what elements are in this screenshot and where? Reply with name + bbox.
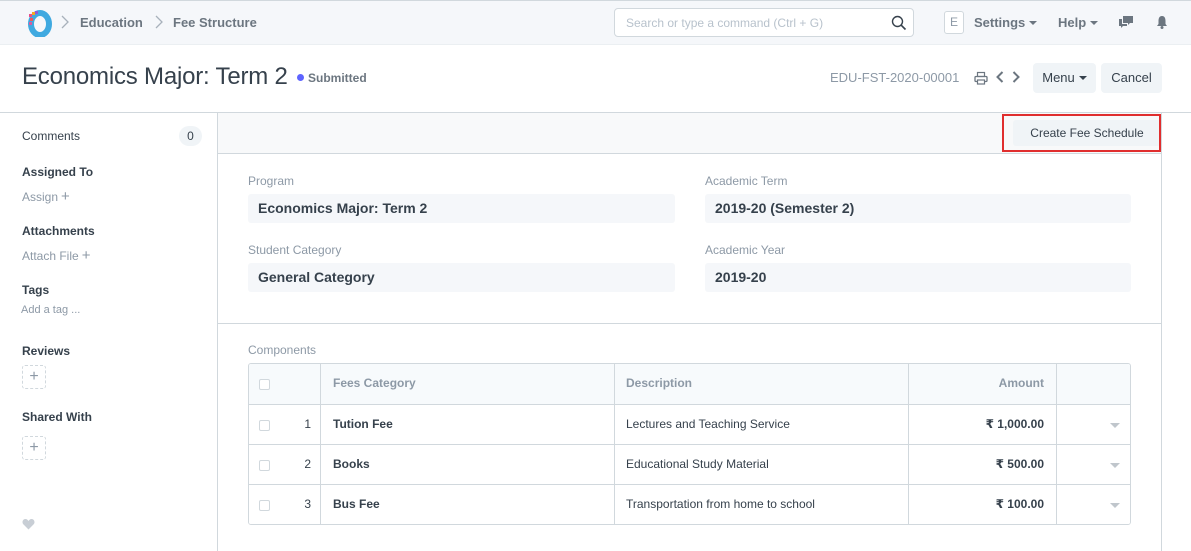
- components-label: Components: [248, 343, 317, 357]
- sidebar-tags-label: Tags: [22, 283, 50, 297]
- plus-icon: +: [29, 439, 39, 456]
- row-checkbox[interactable]: [259, 500, 270, 511]
- row-checkbox[interactable]: [259, 420, 270, 431]
- assign-link-text: Assign: [22, 190, 59, 204]
- attach-file-text: Attach File: [22, 249, 79, 263]
- add-share-button[interactable]: +: [22, 436, 46, 460]
- amount-cell[interactable]: ₹ 500.00: [909, 445, 1057, 484]
- row-select-cell: 3: [249, 485, 321, 524]
- sidebar-shared-with-label: Shared With: [22, 410, 92, 424]
- sidebar-assigned-to-label: Assigned To: [22, 165, 94, 179]
- settings-dropdown[interactable]: Settings: [974, 15, 1038, 30]
- menu-button[interactable]: Menu: [1033, 63, 1096, 93]
- row-index: 1: [304, 417, 311, 431]
- table-row[interactable]: 3 Bus Fee Transportation from home to sc…: [249, 484, 1130, 524]
- program-label: Program: [248, 174, 295, 188]
- column-header-description: Description: [615, 364, 909, 404]
- form-toolbar: Create Fee Schedule: [218, 113, 1161, 154]
- sidebar-reviews-label: Reviews: [22, 344, 71, 358]
- caret-down-icon: [1029, 20, 1038, 25]
- bell-icon[interactable]: [1154, 14, 1170, 30]
- table-row[interactable]: 2 Books Educational Study Material ₹ 500…: [249, 444, 1130, 484]
- breadcrumb-education[interactable]: Education: [80, 15, 143, 30]
- row-action-cell: [1057, 405, 1130, 444]
- settings-label: Settings: [974, 15, 1026, 30]
- status-badge: Submitted: [297, 71, 367, 85]
- academic-year-label: Academic Year: [705, 243, 786, 257]
- like-heart-icon[interactable]: [22, 518, 35, 530]
- components-table: Fees Category Description Amount 1 Tutio…: [248, 363, 1131, 525]
- app-logo-icon[interactable]: [26, 9, 52, 37]
- description-cell[interactable]: Lectures and Teaching Service: [615, 405, 909, 444]
- fees-category-cell[interactable]: Tution Fee: [321, 405, 615, 444]
- select-all-checkbox[interactable]: [259, 379, 270, 390]
- row-select-cell: 2: [249, 445, 321, 484]
- search-input[interactable]: [615, 9, 875, 36]
- search-box: [614, 8, 914, 37]
- row-action-cell: [1057, 485, 1130, 524]
- cancel-button[interactable]: Cancel: [1101, 63, 1162, 93]
- caret-down-icon: [1090, 20, 1099, 25]
- fees-category-cell[interactable]: Bus Fee: [321, 485, 615, 524]
- amount-cell[interactable]: ₹ 1,000.00: [909, 405, 1057, 444]
- section-divider: [218, 323, 1161, 324]
- academic-year-field[interactable]: 2019-20: [705, 263, 1131, 292]
- sidebar-attachments-label: Attachments: [22, 224, 95, 238]
- caret-down-icon: [1078, 75, 1087, 80]
- comments-count-badge: 0: [179, 126, 202, 146]
- breadcrumb-chevron-icon: [155, 15, 163, 29]
- help-dropdown[interactable]: Help: [1058, 15, 1099, 30]
- plus-icon: +: [81, 247, 91, 264]
- create-fee-schedule-button[interactable]: Create Fee Schedule: [1013, 120, 1161, 146]
- next-document-icon[interactable]: [1011, 70, 1021, 84]
- add-tag-link[interactable]: Add a tag ...: [21, 304, 80, 316]
- page-title: Economics Major: Term 2: [22, 63, 288, 90]
- row-checkbox[interactable]: [259, 460, 270, 471]
- header-select-cell: [249, 364, 321, 404]
- row-select-cell: 1: [249, 405, 321, 444]
- menu-label: Menu: [1042, 70, 1075, 85]
- student-category-field[interactable]: General Category: [248, 263, 675, 292]
- table-header-row: Fees Category Description Amount: [249, 364, 1130, 404]
- description-cell[interactable]: Educational Study Material: [615, 445, 909, 484]
- row-index: 2: [304, 457, 311, 471]
- plus-icon: +: [29, 368, 39, 385]
- row-index: 3: [304, 497, 311, 511]
- amount-cell[interactable]: ₹ 100.00: [909, 485, 1057, 524]
- add-review-button[interactable]: +: [22, 365, 46, 389]
- print-icon[interactable]: [974, 71, 988, 85]
- user-avatar[interactable]: E: [944, 11, 964, 34]
- assign-link[interactable]: Assign +: [22, 188, 70, 205]
- academic-term-label: Academic Term: [705, 174, 788, 188]
- academic-term-field[interactable]: 2019-20 (Semester 2): [705, 194, 1131, 223]
- breadcrumb-chevron-icon: [61, 15, 69, 29]
- status-text: Submitted: [308, 71, 367, 85]
- column-header-amount: Amount: [909, 364, 1057, 404]
- header-action-cell: [1057, 364, 1130, 404]
- row-action-cell: [1057, 445, 1130, 484]
- row-expand-caret-icon[interactable]: [1110, 503, 1120, 508]
- breadcrumb-fee-structure[interactable]: Fee Structure: [173, 15, 257, 30]
- plus-icon: +: [61, 188, 70, 205]
- column-header-fees-category: Fees Category: [321, 364, 615, 404]
- help-label: Help: [1058, 15, 1087, 30]
- search-icon[interactable]: [891, 15, 907, 31]
- row-expand-caret-icon[interactable]: [1110, 463, 1120, 468]
- description-cell[interactable]: Transportation from home to school: [615, 485, 909, 524]
- document-id: EDU-FST-2020-00001: [830, 70, 960, 85]
- status-dot: [297, 74, 304, 81]
- fees-category-cell[interactable]: Books: [321, 445, 615, 484]
- attach-file-link[interactable]: Attach File +: [22, 247, 90, 264]
- table-row[interactable]: 1 Tution Fee Lectures and Teaching Servi…: [249, 404, 1130, 444]
- student-category-label: Student Category: [248, 243, 342, 257]
- sidebar-comments-label[interactable]: Comments: [22, 129, 80, 143]
- chat-icon[interactable]: [1118, 14, 1134, 30]
- navbar: Education Fee Structure E Settings Help: [0, 0, 1191, 45]
- program-field[interactable]: Economics Major: Term 2: [248, 194, 675, 223]
- previous-document-icon[interactable]: [995, 70, 1005, 84]
- row-expand-caret-icon[interactable]: [1110, 423, 1120, 428]
